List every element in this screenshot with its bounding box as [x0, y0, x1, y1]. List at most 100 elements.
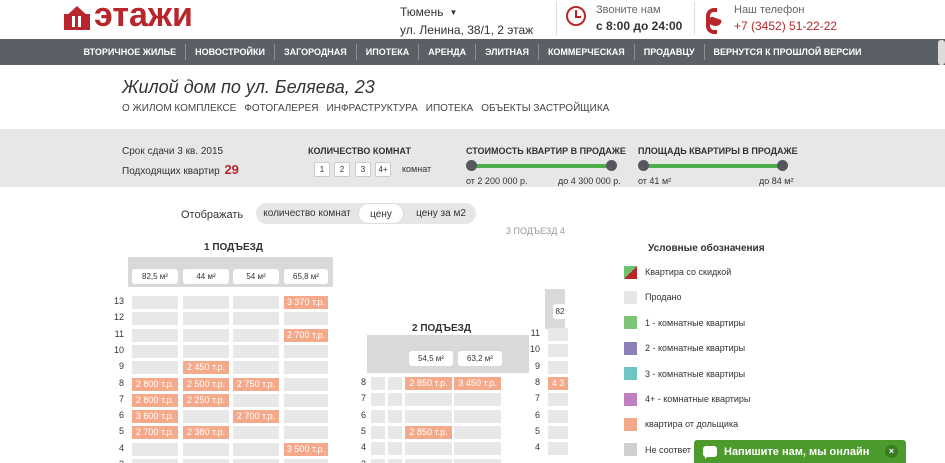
apartment-cell — [371, 409, 385, 423]
toggle-rooms-count[interactable]: количество комнат — [256, 203, 358, 224]
price-from: от 2 200 000 р. — [466, 176, 528, 186]
room-button-1[interactable]: 1 — [314, 162, 330, 177]
matches-label: Подходящих квартир — [122, 166, 220, 177]
apartment-cell-for-sale[interactable]: 2 850 т.р. — [405, 425, 452, 439]
apartment-cell — [284, 377, 328, 391]
floor-number: 7 — [534, 393, 540, 404]
legend-label: Не соответ — [645, 444, 692, 455]
subnav-developer-objects[interactable]: ОБЪЕКТЫ ЗАСТРОЙЩИКА — [481, 103, 609, 114]
area-slider-max-handle[interactable] — [777, 160, 788, 171]
area-title: ПЛОЩАДЬ КВАРТИРЫ В ПРОДАЖЕ — [638, 146, 798, 156]
apartment-cell — [454, 458, 501, 463]
subnav-mortgage[interactable]: ИПОТЕКА — [426, 103, 473, 114]
apartment-cell-for-sale[interactable]: 2 450 т.р. — [183, 361, 229, 375]
area-to: до 84 м² — [759, 176, 794, 186]
floor-number: 4 — [360, 442, 366, 453]
phone-number[interactable]: +7 (3452) 51-22-22 — [734, 19, 837, 33]
apartment-cell-for-sale[interactable]: 2 700 т.р. — [132, 426, 178, 440]
price-slider-min-handle[interactable] — [466, 160, 477, 171]
price-slider-max-handle[interactable] — [606, 160, 617, 171]
nav-item-new-buildings[interactable]: НОВОСТРОЙКИ — [186, 44, 275, 60]
nav-item-suburban[interactable]: ЗАГОРОДНАЯ — [275, 44, 357, 60]
floor-number: 7 — [360, 393, 366, 404]
nav-item-commercial[interactable]: КОММЕРЧЕСКАЯ — [539, 44, 635, 60]
apartment-cell-for-sale[interactable]: 3 450 т.р. — [454, 377, 501, 390]
price-slider-track[interactable] — [471, 164, 611, 168]
city-select[interactable]: Тюмень ▼ — [400, 5, 533, 19]
apartment-cell — [548, 425, 568, 439]
call-hours: с 8:00 до 24:00 — [596, 19, 683, 33]
chat-close-button[interactable]: × — [885, 445, 898, 458]
apartment-cell — [183, 328, 229, 342]
matches-text: Подходящих квартир 29 — [122, 162, 239, 177]
floor-number: 13 — [113, 296, 124, 306]
area-slider-track[interactable] — [644, 164, 782, 168]
nav-item-secondary[interactable]: ВТОРИЧНОЕ ЖИЛЬЕ — [74, 44, 187, 60]
apartment-cell-for-sale[interactable]: 2 750 т.р. — [233, 377, 279, 391]
nav-item-seller[interactable]: ПРОДАВЦУ — [635, 44, 705, 60]
apartment-cell-for-sale[interactable]: 2 800 т.р. — [132, 377, 178, 391]
call-hours-block: Звоните нам с 8:00 до 24:00 — [566, 4, 682, 33]
apartment-cell-for-sale[interactable]: 2 250 т.р. — [183, 393, 229, 407]
room-button-4plus[interactable]: 4+ — [375, 162, 391, 177]
floor-number: 6 — [118, 410, 124, 421]
room-button-2[interactable]: 2 — [334, 162, 350, 177]
apartment-cell-for-sale[interactable]: 2 380 т.р. — [183, 426, 229, 440]
legend-swatch — [624, 443, 637, 457]
main-nav: ВТОРИЧНОЕ ЖИЛЬЕ НОВОСТРОЙКИ ЗАГОРОДНАЯ И… — [0, 39, 945, 65]
chat-widget[interactable]: Напишите нам, мы онлайн × — [694, 440, 906, 463]
legend-label: Квартира со скидкой — [645, 267, 732, 277]
apartment-cell-for-sale[interactable]: 2 700 т.р. — [284, 328, 328, 342]
apartment-cell-for-sale[interactable]: 3 600 т.р. — [132, 410, 178, 424]
apartment-cell — [548, 409, 568, 423]
scrollbar-thumb[interactable] — [938, 40, 945, 65]
header-divider — [556, 2, 557, 35]
apartment-cell-for-sale[interactable]: 2 700 т.р. — [233, 410, 279, 424]
floor-number: 9 — [534, 360, 540, 371]
subnav-about[interactable]: О ЖИЛОМ КОМПЛЕКСЕ — [122, 103, 236, 114]
apartment-cell-for-sale[interactable]: 2 500 т.р. — [183, 377, 229, 391]
apartment-cell — [233, 459, 279, 463]
apartment-cell-for-sale[interactable]: 2 850 т.р. — [405, 377, 452, 390]
floor-number: 11 — [114, 328, 124, 339]
matches-count: 29 — [224, 162, 239, 177]
apartment-cell — [548, 393, 568, 407]
apartment-cell — [284, 459, 328, 463]
apartment-cell — [454, 425, 501, 439]
apartment-cell-for-sale[interactable]: 2 800 т.р. — [132, 393, 178, 407]
nav-item-old-version[interactable]: ВЕРНУТСЯ К ПРОШЛОЙ ВЕРСИИ — [705, 44, 871, 60]
apartment-cell — [183, 459, 229, 463]
subnav-gallery[interactable]: ФОТОГАЛЕРЕЯ — [244, 103, 318, 114]
apartment-cell — [132, 442, 178, 456]
toggle-price[interactable]: цену — [358, 203, 404, 224]
apartment-cell-for-sale[interactable]: 3 370 т.р. — [284, 296, 328, 309]
toggle-price-per-m2[interactable]: цену за м2 — [408, 203, 474, 224]
area-badge: 44 м² — [183, 269, 229, 284]
apartment-cell — [183, 442, 229, 456]
legend-label: 3 - комнатные квартиры — [645, 368, 746, 379]
apartment-cell-for-sale[interactable]: 3 500 т.р. — [284, 442, 328, 456]
apartment-cell — [405, 409, 452, 423]
area-slider-min-handle[interactable] — [638, 160, 649, 171]
floor-number: 8 — [118, 377, 124, 388]
area-badge: 54,5 м² — [409, 351, 453, 366]
price-title: СТОИМОСТЬ КВАРТИР В ПРОДАЖЕ — [466, 146, 626, 156]
logo[interactable]: этажи — [64, 0, 193, 32]
legend-swatch — [624, 316, 637, 330]
legend-item: 1 - комнатные квартиры — [624, 316, 745, 330]
apartment-cell — [405, 458, 452, 463]
nav-item-rent[interactable]: АРЕНДА — [419, 44, 477, 60]
floor-number: 10 — [113, 344, 124, 355]
apartment-cell — [371, 425, 385, 439]
display-label: Отображать — [181, 209, 244, 221]
apartment-cell-for-sale[interactable]: 4 3 — [548, 376, 568, 390]
entrance-tabs[interactable]: 3 ПОДЪЕЗД 4 — [506, 226, 565, 236]
apartment-cell — [548, 328, 568, 341]
apartment-cell — [284, 426, 328, 440]
nav-item-mortgage[interactable]: ИПОТЕКА — [357, 44, 420, 60]
call-label: Звоните нам — [596, 4, 661, 16]
floor-number: 6 — [534, 409, 540, 420]
room-button-3[interactable]: 3 — [355, 162, 371, 177]
nav-item-elite[interactable]: ЭЛИТНАЯ — [476, 44, 539, 60]
subnav-infrastructure[interactable]: ИНФРАСТРУКТУРА — [327, 103, 418, 114]
